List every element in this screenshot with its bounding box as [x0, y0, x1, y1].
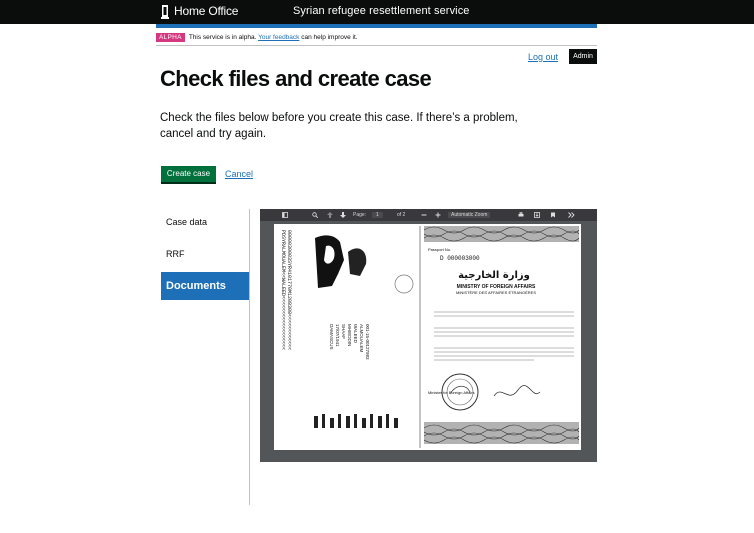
- page-title: Check files and create case: [160, 66, 432, 91]
- pdf-page: Passport No. D 000003000 وزارة الخارجية …: [274, 224, 581, 450]
- passport-scan: Passport No. D 000003000 وزارة الخارجية …: [274, 224, 580, 450]
- zoom-out-icon[interactable]: [421, 212, 427, 218]
- mrz-line-1: PDSYRALMOUALEM<<WALEED<<<<<<<<<<<<<<<<<<: [280, 230, 286, 350]
- phase-text: This service is in alpha.: [188, 34, 257, 41]
- holder-surname: ALMOUALEM: [359, 324, 364, 353]
- passport-number: D 000003000: [440, 255, 480, 262]
- divider: [156, 45, 597, 46]
- holder-mother: SHAAF: [341, 324, 346, 339]
- phase-tag: ALPHA: [156, 33, 185, 42]
- holder-id-number: 001-15-00127983: [365, 324, 370, 360]
- header-accent-bar: [156, 24, 597, 28]
- zoom-in-icon[interactable]: [435, 212, 441, 218]
- subnav-item-rrf[interactable]: RRF: [161, 240, 249, 272]
- phase-banner: ALPHA This service is in alpha. Your feed…: [156, 33, 358, 42]
- signatory-label: Minister for Foreign Affairs: [428, 390, 475, 395]
- holder-father: MHIEDDIN: [347, 324, 352, 346]
- arabic-ministry-title: وزارة الخارجية: [458, 270, 530, 281]
- page-number-input[interactable]: 1: [372, 212, 383, 218]
- pdf-viewer[interactable]: Page: 1 of 2 Automatic Zoom Passport No.…: [260, 209, 597, 462]
- holder-dob: 17/07/1941: [335, 324, 340, 347]
- page-total: of 2: [397, 212, 406, 218]
- next-page-icon[interactable]: [340, 212, 346, 218]
- ministry-fr: MINISTÈRE DES AFFAIRES ÉTRANGÈRES: [456, 290, 536, 295]
- global-header: Home Office Syrian refugee resettlement …: [0, 0, 754, 24]
- download-icon[interactable]: [534, 212, 540, 218]
- cancel-link[interactable]: Cancel: [225, 169, 253, 179]
- crest-icon: [161, 5, 169, 19]
- mrz-line-2: 0000030003SYR4101770M1208308<<<<<<<<<<<<: [286, 230, 292, 350]
- service-name[interactable]: Syrian refugee resettlement service: [293, 5, 470, 17]
- search-icon[interactable]: [312, 212, 318, 218]
- sidebar-toggle-icon[interactable]: [282, 212, 288, 218]
- subnav-item-documents[interactable]: Documents: [161, 272, 249, 300]
- feedback-link[interactable]: Your feedback: [258, 34, 299, 41]
- more-tools-icon[interactable]: [568, 212, 575, 218]
- passport-number-label: Passport No.: [428, 247, 451, 252]
- role-badge: Admin: [569, 49, 597, 64]
- bookmark-icon[interactable]: [550, 212, 556, 218]
- zoom-select[interactable]: Automatic Zoom: [448, 212, 491, 218]
- previous-page-icon[interactable]: [327, 212, 333, 218]
- lead-paragraph: Check the files below before you create …: [160, 112, 518, 140]
- brand-logo-text[interactable]: Home Office: [174, 4, 238, 18]
- create-case-button[interactable]: Create case: [161, 166, 216, 182]
- subnav-item-case-data[interactable]: Case data: [161, 208, 249, 240]
- pdf-toolbar: Page: 1 of 2 Automatic Zoom: [260, 209, 597, 221]
- subnav-divider: [249, 209, 250, 505]
- case-subnav: Case data RRF Documents: [161, 208, 249, 300]
- holder-name: WALEED: [353, 324, 358, 344]
- logout-link[interactable]: Log out: [528, 52, 558, 62]
- holder-place: DAMASCUS: [329, 324, 334, 350]
- page-label: Page:: [353, 212, 367, 218]
- print-icon[interactable]: [518, 212, 524, 218]
- phase-text-after: can help improve it.: [301, 34, 358, 41]
